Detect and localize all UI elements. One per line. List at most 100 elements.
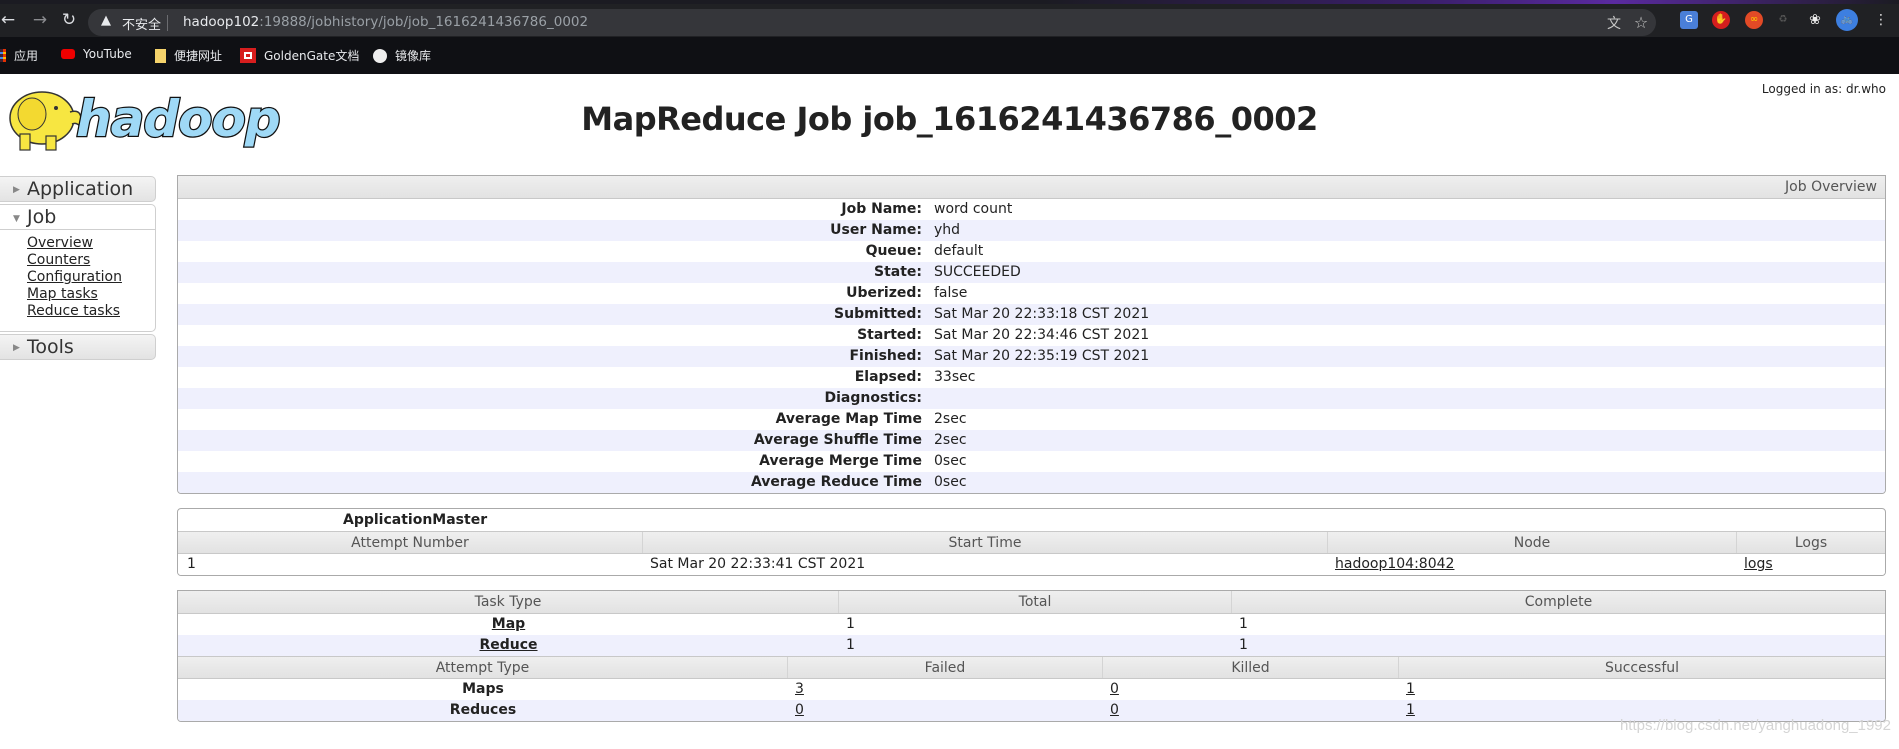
sidebar-link-configuration[interactable]: Configuration [27, 269, 155, 286]
killed-maps-link[interactable]: 0 [1110, 681, 1119, 697]
bookmark-label: YouTube [83, 47, 132, 61]
overview-key: Job Name: [841, 201, 922, 217]
sidebar-link-map-tasks[interactable]: Map tasks [27, 286, 155, 303]
overview-value: 2sec [934, 432, 967, 448]
overview-value: yhd [934, 222, 961, 238]
application-master-table: ApplicationMaster Attempt Number Start T… [177, 508, 1886, 576]
overview-key: Finished: [849, 348, 922, 364]
job-page: hadoop Logged in as: dr.who MapReduce Jo… [0, 74, 1899, 749]
omnibox-separator [167, 15, 168, 31]
overview-row: Average Shuffle Time 2sec [178, 430, 1885, 451]
application-master-caption: ApplicationMaster [343, 512, 488, 528]
back-icon[interactable]: ← [0, 8, 20, 32]
sidebar-section-job[interactable]: ▼ Job [0, 204, 156, 230]
google-translate-extension-icon[interactable]: G [1680, 11, 1698, 29]
sidebar-section-label: Tools [27, 336, 74, 358]
bookmark-apps[interactable]: 应用 [0, 47, 38, 64]
extensions-puzzle-icon[interactable]: ❀ [1806, 11, 1824, 29]
start-time: Sat Mar 20 22:33:41 CST 2021 [650, 556, 866, 572]
url-text[interactable]: hadoop102:19888/jobhistory/job/job_16162… [183, 14, 588, 30]
killed-reduces-link[interactable]: 0 [1110, 702, 1119, 718]
menu-kebab-icon[interactable]: ⋮ [1872, 11, 1890, 29]
reload-icon[interactable]: ↻ [57, 8, 81, 32]
overview-key: Average Map Time [775, 411, 922, 427]
adblock-extension-icon[interactable]: ✋ [1712, 11, 1730, 29]
overview-key: Elapsed: [854, 369, 922, 385]
table-row: 1 Sat Mar 20 22:33:41 CST 2021 hadoop104… [178, 554, 1885, 575]
column-header-start-time: Start Time [643, 532, 1328, 553]
failed-maps-link[interactable]: 3 [795, 681, 804, 697]
infinity-extension-icon[interactable]: ∞ [1745, 11, 1763, 29]
bookmark-mirror[interactable]: 镜像库 [373, 47, 431, 64]
overview-key: Diagnostics: [824, 390, 922, 406]
failed-reduces-link[interactable]: 0 [795, 702, 804, 718]
overview-value: 0sec [934, 453, 967, 469]
sidebar-link-overview[interactable]: Overview [27, 235, 155, 252]
logs-link[interactable]: logs [1744, 556, 1773, 572]
column-header-task-type: Task Type [178, 591, 839, 613]
bookmark-goldengate[interactable]: GoldenGate文档 [240, 47, 359, 64]
bookmark-label: 应用 [14, 49, 39, 63]
bookmark-star-icon[interactable]: ☆ [1631, 13, 1651, 32]
sidebar-section-label: Application [27, 178, 134, 200]
table-header: Attempt Type Failed Killed Successful [178, 656, 1885, 679]
task-type-map-link[interactable]: Map [492, 616, 525, 632]
overview-row: Job Name: word count [178, 199, 1885, 220]
sidebar-link-counters[interactable]: Counters [27, 252, 155, 269]
recycle-extension-icon[interactable]: ♻ [1774, 11, 1792, 29]
task-total: 1 [846, 637, 855, 653]
overview-row: Started: Sat Mar 20 22:34:46 CST 2021 [178, 325, 1885, 346]
table-row: Map 1 1 [178, 614, 1885, 635]
overview-key: Average Shuffle Time [753, 432, 922, 448]
overview-row: Average Map Time 2sec [178, 409, 1885, 430]
folder-icon [155, 48, 166, 63]
sidebar-link-reduce-tasks[interactable]: Reduce tasks [27, 303, 155, 320]
bookmark-folder[interactable]: 便捷网址 [155, 47, 222, 64]
attempt-number: 1 [187, 556, 196, 572]
forward-icon[interactable]: → [28, 8, 52, 32]
overview-key: Started: [857, 327, 922, 343]
overview-value: word count [934, 201, 1013, 217]
successful-maps-link[interactable]: 1 [1406, 681, 1415, 697]
profile-avatar[interactable]: 🚲 [1836, 9, 1858, 31]
bookmark-label: 便捷网址 [174, 49, 223, 63]
bookmark-label: 镜像库 [395, 49, 432, 63]
overview-row: State: SUCCEEDED [178, 262, 1885, 283]
successful-reduces-link[interactable]: 1 [1406, 702, 1415, 718]
table-row: Maps 3 0 1 [178, 679, 1885, 700]
url-host: hadoop102 [183, 14, 260, 30]
navigation-bar: ← → ↻ ▲ 不安全 hadoop102:19888/jobhistory/j… [0, 4, 1899, 37]
insecure-label[interactable]: 不安全 [122, 14, 161, 33]
overview-row: Average Reduce Time 0sec [178, 472, 1885, 493]
globe-icon [373, 48, 387, 63]
task-type-reduce-link[interactable]: Reduce [479, 637, 537, 653]
overview-row: Diagnostics: [178, 388, 1885, 409]
overview-row: Average Merge Time 0sec [178, 451, 1885, 472]
bookmarks-bar: 应用 YouTube 便捷网址 GoldenGate文档 镜像库 [0, 40, 1899, 70]
overview-row: Uberized: false [178, 283, 1885, 304]
sidebar-section-application[interactable]: ▶ Application [0, 176, 156, 202]
node-link[interactable]: hadoop104:8042 [1335, 556, 1454, 572]
sidebar-section-tools[interactable]: ▶ Tools [0, 334, 156, 360]
table-header: Job Overview [178, 176, 1885, 199]
overview-row: User Name: yhd [178, 220, 1885, 241]
overview-value: 33sec [934, 369, 976, 385]
column-header-logs: Logs [1794, 535, 1828, 551]
overview-value: SUCCEEDED [934, 264, 1021, 280]
table-header: Attempt Number Start Time Node Logs [178, 531, 1885, 554]
column-header-successful: Successful [1604, 660, 1680, 676]
job-links: Overview Counters Configuration Map task… [0, 230, 156, 332]
job-overview-heading: Job Overview [1785, 179, 1877, 195]
translate-icon[interactable]: 文 [1604, 13, 1624, 33]
overview-key: Submitted: [834, 306, 922, 322]
logged-in-user: Logged in as: dr.who [1761, 82, 1886, 96]
column-header-failed: Failed [788, 657, 1103, 678]
address-bar[interactable]: ▲ 不安全 hadoop102:19888/jobhistory/job/job… [88, 9, 1656, 36]
column-header-complete: Complete [1524, 594, 1593, 610]
bookmark-youtube[interactable]: YouTube [61, 47, 132, 61]
overview-key: Queue: [865, 243, 922, 259]
warning-icon[interactable]: ▲ [101, 13, 111, 28]
overview-key: Average Reduce Time [750, 474, 922, 490]
overview-row: Queue: default [178, 241, 1885, 262]
overview-value: Sat Mar 20 22:33:18 CST 2021 [934, 306, 1150, 322]
